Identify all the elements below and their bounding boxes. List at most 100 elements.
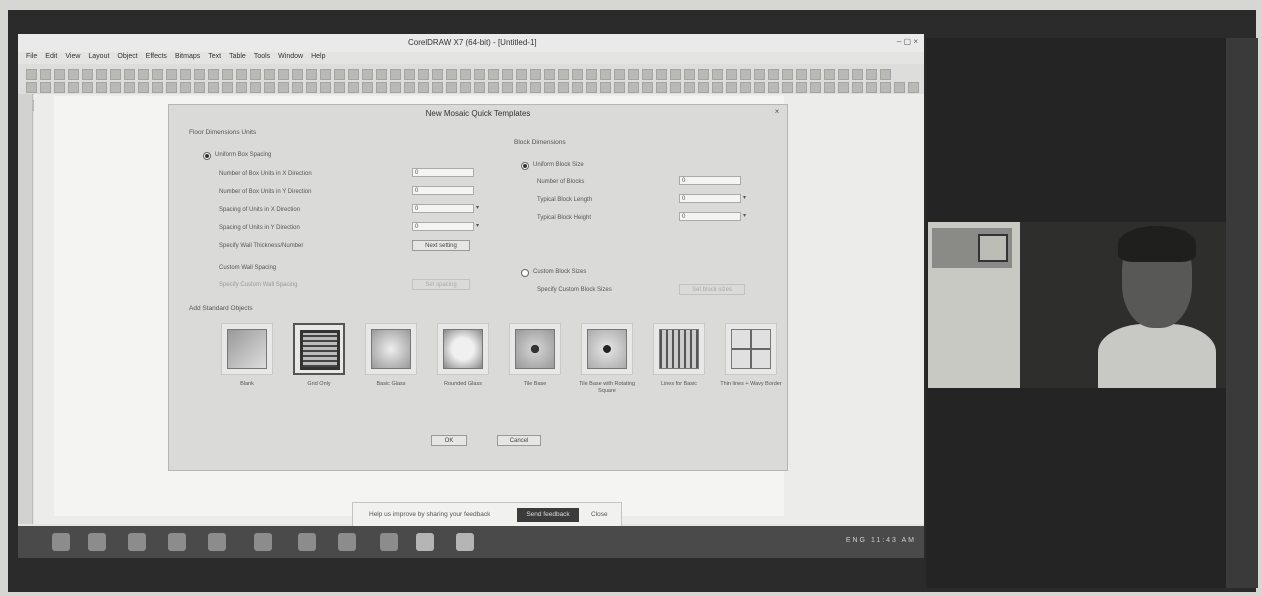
toolbar-button-icon[interactable] [670, 82, 681, 93]
toolbar-button-icon[interactable] [82, 82, 93, 93]
toolbar-button-icon[interactable] [656, 69, 667, 80]
toolbar-button-icon[interactable] [376, 69, 387, 80]
toolbar-button-icon[interactable] [642, 69, 653, 80]
toolbar-button-icon[interactable] [110, 69, 121, 80]
app-icon[interactable] [456, 533, 474, 551]
toolbar-button-icon[interactable] [824, 69, 835, 80]
toolbar-button-icon[interactable] [194, 82, 205, 93]
start-icon[interactable] [52, 533, 70, 551]
toolbar-button-icon[interactable] [824, 82, 835, 93]
template-thumbnail[interactable] [221, 323, 273, 375]
toolbar-button-icon[interactable] [292, 82, 303, 93]
toolbar-button-icon[interactable] [880, 69, 891, 80]
box-x-input[interactable]: 0 [412, 168, 474, 177]
toolbar-button-icon[interactable] [572, 82, 583, 93]
menu-item[interactable]: Layout [88, 53, 109, 60]
toolbar-button-icon[interactable] [404, 69, 415, 80]
spacing-y-input[interactable]: 0 [412, 222, 474, 231]
toolbar-button-icon[interactable] [362, 69, 373, 80]
template-thumbnail[interactable] [509, 323, 561, 375]
toolbar-button-icon[interactable] [334, 69, 345, 80]
toolbar-button-icon[interactable] [530, 82, 541, 93]
toolbar-button-icon[interactable] [208, 82, 219, 93]
toolbar-button-icon[interactable] [264, 82, 275, 93]
uniform-box-radio[interactable] [203, 152, 211, 160]
toolbar-button-icon[interactable] [306, 82, 317, 93]
toolbar-button-icon[interactable] [908, 82, 919, 93]
toolbar-button-icon[interactable] [222, 69, 233, 80]
toolbar-button-icon[interactable] [110, 82, 121, 93]
toolbar-button-icon[interactable] [628, 69, 639, 80]
system-tray[interactable]: ENG 11:43 AM [846, 537, 916, 544]
toolbar-button-icon[interactable] [866, 82, 877, 93]
toolbar-button-icon[interactable] [810, 82, 821, 93]
ok-button[interactable]: OK [431, 435, 467, 446]
toolbar-button-icon[interactable] [558, 82, 569, 93]
toolbar-button-icon[interactable] [810, 69, 821, 80]
toolbar-button-icon[interactable] [488, 82, 499, 93]
toolbar-button-icon[interactable] [460, 69, 471, 80]
spin-icon[interactable]: ▾ [743, 194, 749, 203]
toolbar-button-icon[interactable] [138, 69, 149, 80]
toolbar-button-icon[interactable] [502, 69, 513, 80]
toolbar-button-icon[interactable] [208, 69, 219, 80]
toolbar-button-icon[interactable] [278, 69, 289, 80]
toolbar-button-icon[interactable] [236, 82, 247, 93]
toolbar-button-icon[interactable] [726, 69, 737, 80]
toolbar-button-icon[interactable] [54, 69, 65, 80]
menu-item[interactable]: Window [278, 53, 303, 60]
toolbar-button-icon[interactable] [432, 82, 443, 93]
template-thumbnail[interactable] [293, 323, 345, 375]
window-controls[interactable]: – ▢ × [897, 37, 918, 46]
toolbar-button-icon[interactable] [124, 82, 135, 93]
toolbar-button-icon[interactable] [544, 69, 555, 80]
toolbar-button-icon[interactable] [362, 82, 373, 93]
toolbar-button-icon[interactable] [530, 69, 541, 80]
toolbar-button-icon[interactable] [40, 82, 51, 93]
toolbar-button-icon[interactable] [474, 69, 485, 80]
app-icon[interactable] [380, 533, 398, 551]
toolbar-button-icon[interactable] [68, 69, 79, 80]
toolbar-button-icon[interactable] [474, 82, 485, 93]
toolbar-button-icon[interactable] [348, 69, 359, 80]
toolbar-button-icon[interactable] [418, 69, 429, 80]
toolbar-button-icon[interactable] [852, 82, 863, 93]
menu-item[interactable]: Tools [254, 53, 270, 60]
menu-item[interactable]: Table [229, 53, 246, 60]
menu-item[interactable]: Edit [45, 53, 57, 60]
next-setting-button[interactable]: Next setting [412, 240, 470, 251]
toolbar-button-icon[interactable] [894, 82, 905, 93]
toolbar-button-icon[interactable] [852, 69, 863, 80]
app-icon[interactable] [208, 533, 226, 551]
toolbar-button-icon[interactable] [236, 69, 247, 80]
toolbar-button-icon[interactable] [600, 82, 611, 93]
toolbar-button-icon[interactable] [26, 69, 37, 80]
toolbar-button-icon[interactable] [390, 69, 401, 80]
toolbar-button-icon[interactable] [418, 82, 429, 93]
app-icon[interactable] [254, 533, 272, 551]
toolbar-button-icon[interactable] [446, 82, 457, 93]
toolbar-button-icon[interactable] [404, 82, 415, 93]
toolbar-button-icon[interactable] [390, 82, 401, 93]
cancel-button[interactable]: Cancel [497, 435, 541, 446]
toolbar-button-icon[interactable] [838, 82, 849, 93]
toolbar-button-icon[interactable] [432, 69, 443, 80]
toolbar-button-icon[interactable] [656, 82, 667, 93]
menu-item[interactable]: Text [208, 53, 221, 60]
app-icon[interactable] [168, 533, 186, 551]
toolbar-button-icon[interactable] [768, 69, 779, 80]
toolbar-button-icon[interactable] [684, 69, 695, 80]
toolbar-button-icon[interactable] [586, 82, 597, 93]
app-icon[interactable] [298, 533, 316, 551]
toolbar-button-icon[interactable] [516, 69, 527, 80]
toolbar-button-icon[interactable] [670, 69, 681, 80]
toolbar-button-icon[interactable] [96, 82, 107, 93]
toolbar-button-icon[interactable] [40, 69, 51, 80]
menu-item[interactable]: Effects [146, 53, 167, 60]
block-count-input[interactable]: 0 [679, 176, 741, 185]
toolbar-button-icon[interactable] [334, 82, 345, 93]
menu-item[interactable]: Help [311, 53, 325, 60]
toolbar-button-icon[interactable] [250, 82, 261, 93]
toolbar-button-icon[interactable] [600, 69, 611, 80]
template-thumbnail[interactable] [437, 323, 489, 375]
